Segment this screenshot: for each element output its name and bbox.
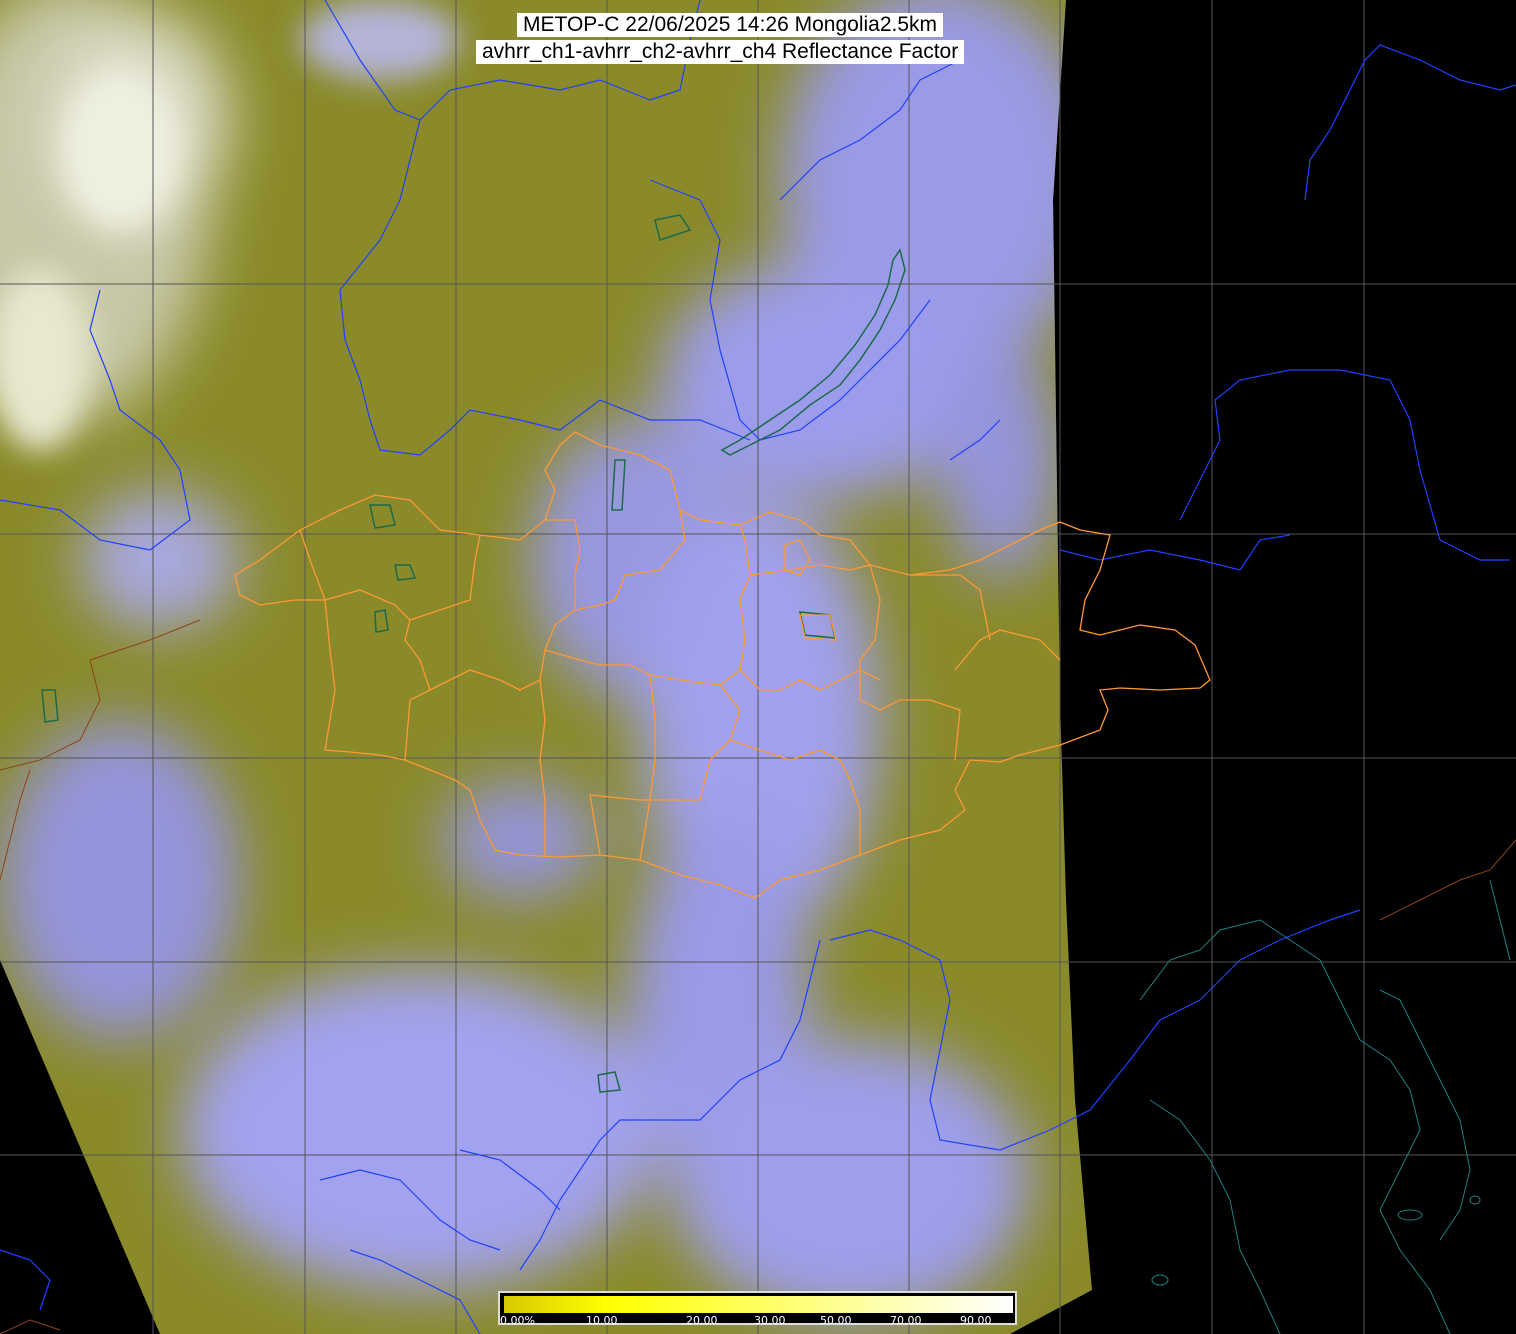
colorbar-tick: 50.00 [820,1314,852,1327]
colorbar-tick: 30.00 [754,1314,786,1327]
colorbar-tick: 20.00 [686,1314,718,1327]
colorbar-tick: 90.00 [960,1314,992,1327]
colorbar-tick: 70.00 [890,1314,922,1327]
colorbar-tick: 0.00% [500,1314,535,1327]
satellite-swath [0,0,1092,1334]
colorbar-gradient [504,1296,1013,1313]
colorbar-legend: 0.00% 10.00 20.00 30.00 50.00 70.00 90.0… [498,1291,1017,1327]
title-line-1: METOP-C 22/06/2025 14:26 Mongolia2.5km [517,13,944,37]
title-line-2: avhrr_ch1-avhrr_ch2-avhrr_ch4 Reflectanc… [476,40,965,64]
colorbar-tick: 10.00 [586,1314,618,1327]
satellite-map [0,0,1516,1334]
